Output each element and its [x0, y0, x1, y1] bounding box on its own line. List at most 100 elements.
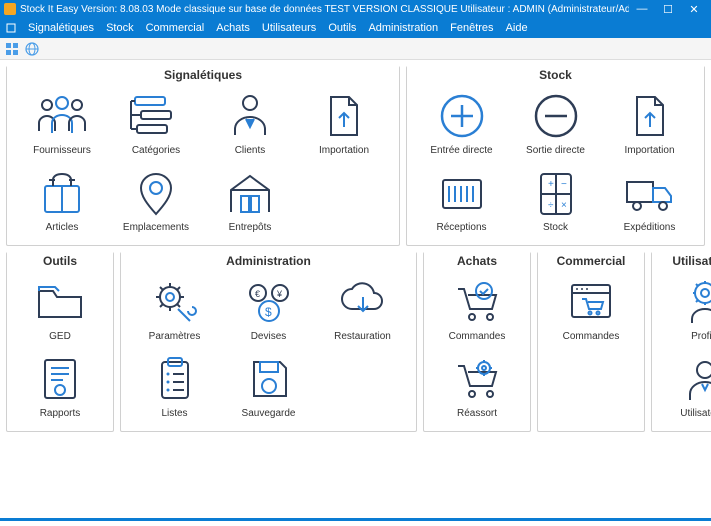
panel-stock: Stock Entrée directe [406, 66, 705, 246]
panel-title-commercial: Commercial [538, 252, 644, 270]
window-title: Stock It Easy Version: 8.08.03 Mode clas… [20, 4, 629, 15]
svg-text:€: € [255, 289, 260, 299]
item-parametres[interactable]: Paramètres [130, 273, 220, 346]
menu-achats[interactable]: Achats [216, 22, 250, 34]
svg-text:+: + [548, 179, 554, 190]
currency-icon: € ¥ $ [240, 277, 298, 327]
item-utilisateurs[interactable]: Utilisateurs [660, 350, 711, 423]
menubar: Signalétiques Stock Commercial Achats Ut… [0, 18, 711, 38]
item-ged[interactable]: GED [15, 273, 105, 346]
articles-icon [33, 168, 91, 218]
menu-outils[interactable]: Outils [328, 22, 356, 34]
item-profils[interactable]: Profils [660, 273, 711, 346]
svg-text:×: × [561, 200, 567, 211]
item-reassort[interactable]: Réassort [432, 350, 522, 423]
menu-stock[interactable]: Stock [106, 22, 134, 34]
label-emplacements: Emplacements [123, 222, 189, 233]
label-entree: Entrée directe [430, 145, 492, 156]
svg-text:$: $ [265, 305, 272, 319]
cloud-download-icon [334, 277, 392, 327]
item-importation-signal[interactable]: Importation [299, 87, 389, 160]
item-achats-commandes[interactable]: Commandes [432, 273, 522, 346]
item-sortie-directe[interactable]: Sortie directe [511, 87, 601, 160]
item-entrepots[interactable]: Entrepôts [205, 164, 295, 237]
item-articles[interactable]: Articles [17, 164, 107, 237]
panel-achats: Achats Commandes [423, 252, 531, 432]
plus-circle-icon [433, 91, 491, 141]
label-sauvegarde: Sauvegarde [242, 408, 296, 419]
item-devises[interactable]: € ¥ $ Devises [224, 273, 314, 346]
menu-utilisateurs[interactable]: Utilisateurs [262, 22, 316, 34]
item-restauration[interactable]: Restauration [318, 273, 408, 346]
footer-accent [0, 518, 711, 521]
panel-utilisateurs: Utilisateurs Profils [651, 252, 711, 432]
menu-signaletiques[interactable]: Signalétiques [28, 22, 94, 34]
menu-commercial[interactable]: Commercial [146, 22, 205, 34]
label-restauration: Restauration [334, 331, 391, 342]
app-icon [4, 3, 16, 15]
label-listes: Listes [161, 408, 187, 419]
svg-text:¥: ¥ [276, 289, 283, 299]
item-emplacements[interactable]: Emplacements [111, 164, 201, 237]
container-icon [433, 168, 491, 218]
label-expeditions: Expéditions [624, 222, 676, 233]
item-receptions[interactable]: Réceptions [417, 164, 507, 237]
truck-icon [621, 168, 679, 218]
toolbar [0, 38, 711, 60]
label-devises: Devises [251, 331, 287, 342]
browser-cart-icon [562, 277, 620, 327]
save-disk-icon [240, 354, 298, 404]
panel-title-utilisateurs: Utilisateurs [652, 252, 711, 270]
calculator-icon: + − ÷ × [527, 168, 585, 218]
clients-icon [221, 91, 279, 141]
panel-signaletiques: Signalétiques Fournisseurs [6, 66, 400, 246]
label-receptions: Réceptions [436, 222, 486, 233]
menu-fenetres[interactable]: Fenêtres [450, 22, 493, 34]
svg-text:−: − [561, 179, 567, 190]
item-categories[interactable]: Catégories [111, 87, 201, 160]
label-importation-signal: Importation [319, 145, 369, 156]
import-icon [621, 91, 679, 141]
menu-dropdown-icon[interactable] [6, 23, 16, 33]
user-gear-icon [676, 277, 711, 327]
label-articles: Articles [46, 222, 79, 233]
user-icon [676, 354, 711, 404]
item-clients[interactable]: Clients [205, 87, 295, 160]
cart-check-icon [448, 277, 506, 327]
label-sortie: Sortie directe [526, 145, 585, 156]
item-fournisseurs[interactable]: Fournisseurs [17, 87, 107, 160]
svg-text:÷: ÷ [548, 200, 554, 211]
menu-aide[interactable]: Aide [506, 22, 528, 34]
menu-administration[interactable]: Administration [368, 22, 438, 34]
item-entree-directe[interactable]: Entrée directe [417, 87, 507, 160]
minimize-button[interactable]: — [629, 0, 655, 18]
label-parametres: Paramètres [149, 331, 201, 342]
titlebar: Stock It Easy Version: 8.08.03 Mode clas… [0, 0, 711, 18]
label-ged: GED [49, 331, 71, 342]
item-listes[interactable]: Listes [130, 350, 220, 423]
label-reassort: Réassort [457, 408, 497, 419]
maximize-button[interactable]: ☐ [655, 0, 681, 18]
item-expeditions[interactable]: Expéditions [605, 164, 695, 237]
item-stock[interactable]: + − ÷ × Stock [511, 164, 601, 237]
panel-title-achats: Achats [424, 252, 530, 270]
import-icon [315, 91, 373, 141]
categories-icon [127, 91, 185, 141]
panel-administration: Administration Paramètres [120, 252, 417, 432]
label-achats-commandes: Commandes [449, 331, 506, 342]
folder-icon [31, 277, 89, 327]
item-importation-stock[interactable]: Importation [605, 87, 695, 160]
panel-outils: Outils GED [6, 252, 114, 432]
item-sauvegarde[interactable]: Sauvegarde [224, 350, 314, 423]
locations-icon [127, 168, 185, 218]
panel-commercial: Commercial Commandes [537, 252, 645, 432]
item-commercial-commandes[interactable]: Commandes [546, 273, 636, 346]
suppliers-icon [33, 91, 91, 141]
panel-title-signaletiques: Signalétiques [7, 66, 399, 84]
item-rapports[interactable]: Rapports [15, 350, 105, 423]
toolbar-grid-icon[interactable] [4, 41, 20, 57]
cart-gear-icon [448, 354, 506, 404]
close-button[interactable]: ✕ [681, 0, 707, 18]
label-entrepots: Entrepôts [229, 222, 272, 233]
toolbar-globe-icon[interactable] [24, 41, 40, 57]
